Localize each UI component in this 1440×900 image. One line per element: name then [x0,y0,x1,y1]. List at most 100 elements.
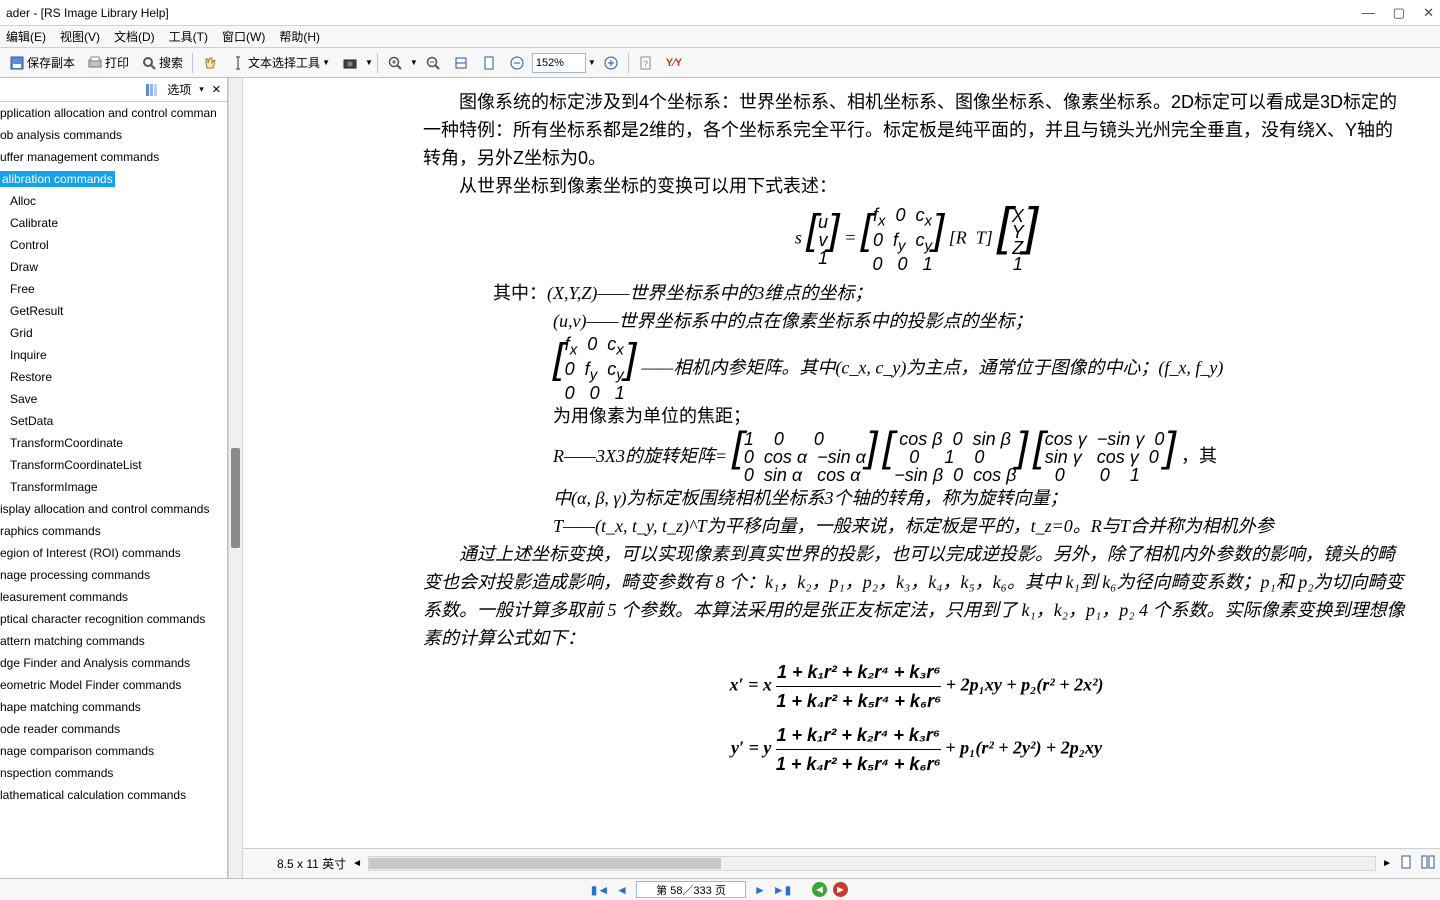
scroll-thumb[interactable] [231,448,240,548]
menu-view[interactable]: 视图(V) [60,28,100,45]
tree-item[interactable]: Restore [0,366,227,388]
bookmarks-icon[interactable] [143,82,159,98]
tree-item[interactable]: TransformImage [0,476,227,498]
text-cursor-icon [230,55,246,71]
vertical-scrollbar[interactable] [228,78,243,878]
search-button[interactable]: 搜索 [136,51,188,75]
window-title: ader - [RS Image Library Help] [6,6,169,20]
tree-item[interactable]: eometric Model Finder commands [0,674,227,696]
prev-page-button[interactable]: ◄ [614,882,630,898]
fit-page-button[interactable] [476,51,502,75]
dropdown-icon[interactable]: ▼ [365,58,373,67]
search-icon [141,55,157,71]
yy-button[interactable]: Y⁄Y [661,51,688,75]
doc-paragraph: 图像系统的标定涉及到4个坐标系：世界坐标系、相机坐标系、图像坐标系、像素坐标系。… [423,88,1410,172]
dropdown-icon[interactable]: ▾ [199,84,204,95]
maximize-button[interactable]: ▢ [1393,5,1405,21]
first-page-button[interactable]: ▮◄ [592,882,608,898]
tree-item[interactable]: Grid [0,322,227,344]
tree-item[interactable]: egion of Interest (ROI) commands [0,542,227,564]
tree-item[interactable]: lathematical calculation commands [0,784,227,806]
forward-button[interactable]: ► [833,882,848,897]
tree-item[interactable]: Inquire [0,344,227,366]
doc-paragraph: 从世界坐标到像素坐标的变换可以用下式表述： [423,172,1410,200]
tree-item[interactable]: attern matching commands [0,630,227,652]
bookmarks-tree[interactable]: pplication allocation and control comman… [0,102,227,878]
tree-item[interactable]: raphics commands [0,520,227,542]
tree-item[interactable]: pplication allocation and control comman [0,102,227,124]
menu-edit[interactable]: 编辑(E) [6,28,46,45]
tree-item[interactable]: dge Finder and Analysis commands [0,652,227,674]
doc-paragraph: 其中：(X,Y,Z)——世界坐标系中的3维点的坐标； [423,279,1410,307]
minimize-button[interactable]: — [1362,5,1375,21]
dropdown-icon[interactable]: ▼ [410,58,418,67]
help-button[interactable]: ? [633,51,659,75]
last-page-button[interactable]: ►▮ [774,882,790,898]
zoom-field[interactable] [532,53,586,73]
page-size-label: 8.5 x 11 英寸 [277,855,346,872]
tree-item[interactable]: nage processing commands [0,564,227,586]
page-field[interactable] [636,881,746,898]
save-copy-button[interactable]: 保存副本 [4,51,80,75]
menu-window[interactable]: 窗口(W) [222,28,265,45]
page-mode-icon[interactable] [1420,854,1436,873]
hand-tool-button[interactable] [197,51,223,75]
tree-item[interactable]: hape matching commands [0,696,227,718]
close-panel-icon[interactable]: ✕ [212,83,221,96]
tree-item[interactable]: SetData [0,410,227,432]
menu-tool[interactable]: 工具(T) [169,28,208,45]
document-view[interactable]: 图像系统的标定涉及到4个坐标系：世界坐标系、相机坐标系、图像坐标系、像素坐标系。… [243,78,1440,848]
zoom-in-icon [387,55,403,71]
tree-item[interactable]: ptical character recognition commands [0,608,227,630]
tree-item[interactable]: Calibrate [0,212,227,234]
menu-help[interactable]: 帮助(H) [279,28,320,45]
save-icon [9,55,25,71]
scroll-thumb[interactable] [369,858,721,869]
tree-item[interactable]: leasurement commands [0,586,227,608]
fit-width-button[interactable] [448,51,474,75]
tree-item[interactable]: alibration commands [0,168,227,190]
zoom-in-button[interactable] [382,51,408,75]
doc-paragraph: [fx 0 cx0 fy cy0 0 1] ——相机内参矩阵。其中(c_x, c… [423,335,1410,402]
horizontal-scrollbar[interactable] [368,856,1376,871]
close-button[interactable]: ✕ [1423,5,1434,21]
dropdown-icon[interactable]: ▼ [588,58,596,67]
tree-item[interactable]: Save [0,388,227,410]
scroll-left-arrow[interactable]: ◄ [352,858,362,869]
scroll-right-arrow[interactable]: ► [1382,858,1392,869]
options-label[interactable]: 选项 [167,81,191,98]
statusbar: ▮◄ ◄ ► ►▮ ◄ ► [0,878,1440,900]
tree-item[interactable]: Draw [0,256,227,278]
tree-item[interactable]: Control [0,234,227,256]
svg-text:?: ? [643,59,648,69]
zoom-out-button[interactable] [420,51,446,75]
text-select-button[interactable]: 文本选择工具 ▼ [225,51,335,75]
doc-paragraph: T——(t_x, t_y, t_z)^T为平移向量，一般来说，标定板是平的，t_… [423,512,1410,540]
tree-item[interactable]: TransformCoordinate [0,432,227,454]
yy-icon: Y⁄Y [666,57,683,69]
tree-item[interactable]: uffer management commands [0,146,227,168]
fit-page-icon [481,55,497,71]
tree-item[interactable]: Alloc [0,190,227,212]
tree-item[interactable]: nage comparison commands [0,740,227,762]
minus-circle-icon [509,55,525,71]
tree-item[interactable]: TransformCoordinateList [0,454,227,476]
page-mode-icon[interactable] [1398,854,1414,873]
menu-doc[interactable]: 文档(D) [114,28,155,45]
back-button[interactable]: ◄ [812,882,827,897]
print-label: 打印 [105,54,129,71]
tree-item[interactable]: ode reader commands [0,718,227,740]
tree-item[interactable]: isplay allocation and control commands [0,498,227,520]
zoom-increase-button[interactable] [598,51,624,75]
tree-item[interactable]: ob analysis commands [0,124,227,146]
snapshot-button[interactable] [337,51,363,75]
zoom-decrease-button[interactable] [504,51,530,75]
tree-item[interactable]: nspection commands [0,762,227,784]
help-icon: ? [638,55,654,71]
tree-item[interactable]: Free [0,278,227,300]
tree-item[interactable]: GetResult [0,300,227,322]
dropdown-icon: ▼ [322,58,330,67]
print-button[interactable]: 打印 [82,51,134,75]
next-page-button[interactable]: ► [752,882,768,898]
math-formula: s [uv1] = [fx 0 cx0 fy cy0 0 1] [R T] [X… [423,206,1410,273]
